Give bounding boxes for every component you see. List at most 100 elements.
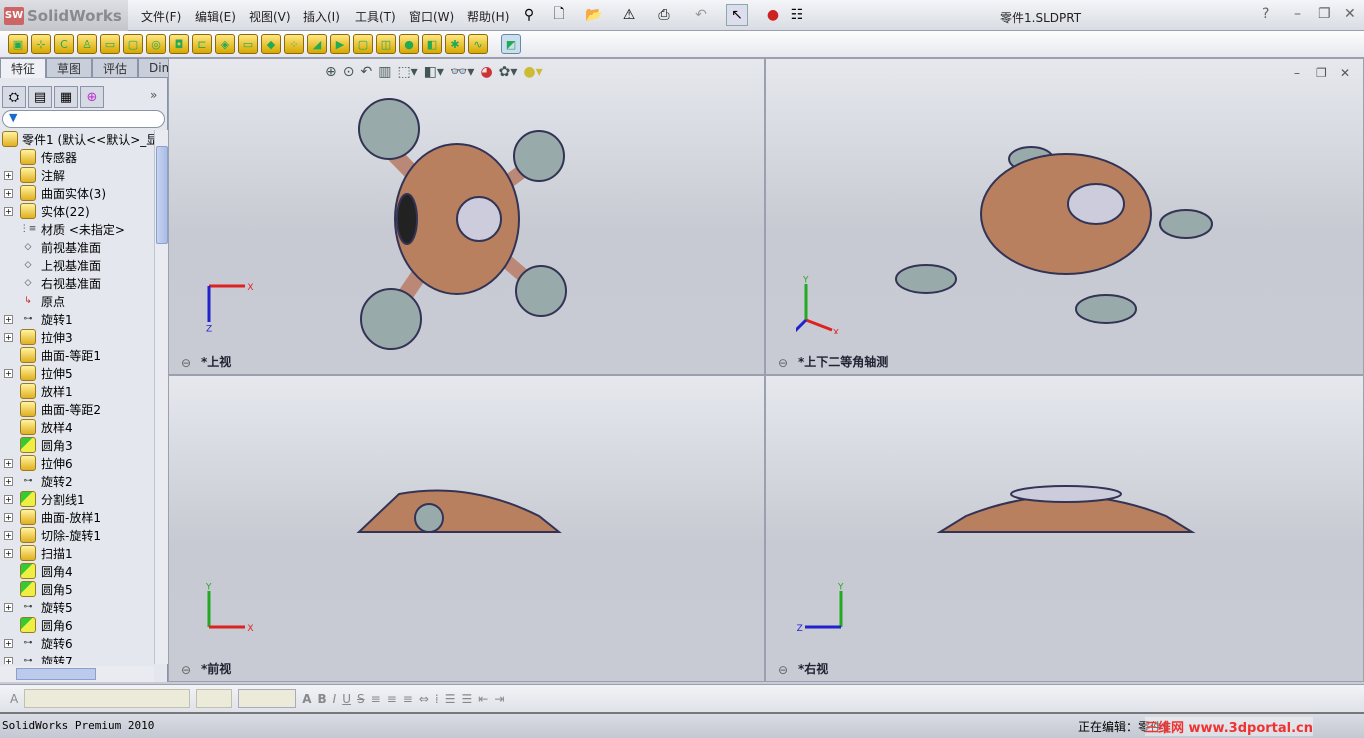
filter-input[interactable]: ▼	[2, 110, 165, 128]
menu-item[interactable]: 文件(F)	[141, 8, 181, 25]
close-button[interactable]: ✕	[1344, 6, 1356, 22]
tab-0[interactable]: 特征	[0, 58, 47, 78]
lofted-cut-icon[interactable]: ◈	[215, 34, 235, 54]
menu-item[interactable]: 工具(T)	[355, 8, 396, 25]
underline-icon[interactable]: U	[342, 692, 351, 706]
text-style-icon[interactable]: A	[10, 692, 18, 706]
tree-item[interactable]: ◇ 上视基准面	[0, 256, 154, 274]
extruded-cut-icon[interactable]: ▢	[123, 34, 143, 54]
viewport[interactable]: ⊖ *上视 X Z	[168, 58, 765, 375]
revolved-cut-icon[interactable]: ◘	[169, 34, 189, 54]
tree-vertical-scrollbar[interactable]	[154, 130, 168, 664]
tree-item[interactable]: 曲面-等距2	[0, 400, 154, 418]
expand-icon[interactable]: +	[4, 206, 13, 216]
feature-manager-tab-icon[interactable]: ⛭	[2, 86, 26, 108]
decrease-indent-icon[interactable]: ⇤	[478, 692, 488, 706]
realview-icon[interactable]: ●▾	[523, 64, 542, 80]
tree-item[interactable]: 曲面-等距1	[0, 346, 154, 364]
previous-view-icon[interactable]: ↶	[360, 64, 372, 80]
dome-icon[interactable]: ●	[399, 34, 419, 54]
expand-icon[interactable]: +	[4, 548, 13, 558]
appearance-icon[interactable]: ◕	[480, 64, 492, 80]
freeform-icon[interactable]: ◧	[422, 34, 442, 54]
italic-icon[interactable]: I	[333, 692, 337, 706]
tree-item[interactable]: + ⊶ 旋转7	[0, 652, 154, 664]
configuration-manager-tab-icon[interactable]: ▦	[54, 86, 78, 108]
menu-item[interactable]: 帮助(H)	[467, 8, 509, 25]
lofted-boss-icon[interactable]: ♙	[77, 34, 97, 54]
tree-item[interactable]: 圆角4	[0, 562, 154, 580]
tab-1[interactable]: 草图	[46, 58, 93, 78]
expand-icon[interactable]: +	[4, 602, 13, 612]
tree-item[interactable]: + 分割线1	[0, 490, 154, 508]
view-orientation-icon[interactable]: ⬚▾	[397, 64, 417, 80]
linear-pattern-icon[interactable]: ⁘	[284, 34, 304, 54]
expand-icon[interactable]: +	[4, 530, 13, 540]
increase-indent-icon[interactable]: ⇥	[494, 692, 504, 706]
swept-cut-icon[interactable]: ⊏	[192, 34, 212, 54]
tree-item[interactable]: 圆角6	[0, 616, 154, 634]
tree-item[interactable]: 放样4	[0, 418, 154, 436]
curves-icon[interactable]: ∿	[468, 34, 488, 54]
align-right-icon[interactable]: ≡	[403, 692, 413, 706]
tree-item[interactable]: ↳ 原点	[0, 292, 154, 310]
tree-item[interactable]: + 拉伸5	[0, 364, 154, 382]
zoom-to-fit-icon[interactable]: ⊕	[325, 64, 337, 80]
link-views-icon[interactable]: ⊖	[778, 663, 788, 677]
tree-item[interactable]: 圆角3	[0, 436, 154, 454]
tree-item[interactable]: 传感器	[0, 148, 154, 166]
rib-icon[interactable]: ◢	[307, 34, 327, 54]
strikethrough-icon[interactable]: S	[357, 692, 365, 706]
tree-item[interactable]: + 拉伸3	[0, 328, 154, 346]
draft-icon[interactable]: ▶	[330, 34, 350, 54]
stack-icon[interactable]: ⁞	[435, 692, 439, 706]
options-icon[interactable]: ☷	[786, 4, 808, 26]
bold-icon[interactable]: B	[318, 692, 327, 706]
expand-icon[interactable]: +	[4, 476, 13, 486]
viewport[interactable]: ⊖*上下二等角轴测YXZ	[765, 58, 1364, 375]
new-document-icon[interactable]: 🗋	[548, 4, 570, 26]
expand-icon[interactable]: +	[4, 188, 13, 198]
h-scroll-thumb[interactable]	[16, 668, 96, 680]
undo-icon[interactable]: ↶	[690, 4, 712, 26]
extruded-boss-icon[interactable]: ▣	[8, 34, 28, 54]
instant3d-icon[interactable]: ◩	[501, 34, 521, 54]
menu-item[interactable]: 插入(I)	[303, 8, 340, 25]
tree-item[interactable]: 零件1 (默认<<默认>_显	[0, 130, 154, 148]
expand-icon[interactable]: +	[4, 638, 13, 648]
section-view-icon[interactable]: ▥	[378, 64, 391, 80]
hole-wizard-icon[interactable]: ◎	[146, 34, 166, 54]
tree-item[interactable]: ⋮≡ 材质 <未指定>	[0, 220, 154, 238]
shell-icon[interactable]: ▢	[353, 34, 373, 54]
tree-item[interactable]: 圆角5	[0, 580, 154, 598]
bullets-icon[interactable]: ☰	[445, 692, 456, 706]
scene-icon[interactable]: ✿▾	[499, 64, 518, 80]
numbering-icon[interactable]: ☰	[461, 692, 472, 706]
minimize-button[interactable]: –	[1294, 6, 1301, 22]
hide-show-icon[interactable]: 👓▾	[450, 64, 474, 80]
tree-item[interactable]: + ⊶ 旋转1	[0, 310, 154, 328]
wrap-icon[interactable]: ◫	[376, 34, 396, 54]
viewport-restore-button[interactable]: ❐	[1316, 66, 1327, 80]
tree-horizontal-scrollbar[interactable]	[0, 666, 154, 682]
revolved-boss-icon[interactable]: ⊹	[31, 34, 51, 54]
solidworks-logo[interactable]: SW SolidWorks	[0, 0, 128, 31]
expand-icon[interactable]: +	[4, 368, 13, 378]
tree-item[interactable]: + 曲面实体(3)	[0, 184, 154, 202]
dimxpert-manager-tab-icon[interactable]: ⊕	[80, 86, 104, 108]
menu-item[interactable]: 编辑(E)	[195, 8, 236, 25]
tree-item[interactable]: + 切除-旋转1	[0, 526, 154, 544]
reference-geometry-icon[interactable]: ✱	[445, 34, 465, 54]
link-views-icon[interactable]: ⊖	[181, 663, 191, 677]
expand-icon[interactable]: +	[4, 458, 13, 468]
swept-boss-icon[interactable]: C	[54, 34, 74, 54]
select-icon[interactable]: ↖	[726, 4, 748, 26]
tree-item[interactable]: + 拉伸6	[0, 454, 154, 472]
display-style-icon[interactable]: ◧▾	[424, 64, 444, 80]
boundary-cut-icon[interactable]: ▭	[238, 34, 258, 54]
tree-item[interactable]: + ⊶ 旋转6	[0, 634, 154, 652]
align-center-icon[interactable]: ≡	[387, 692, 397, 706]
viewport[interactable]: ⊖ *前视 Y X	[168, 375, 765, 682]
fillet-icon[interactable]: ◆	[261, 34, 281, 54]
expand-icon[interactable]: +	[4, 656, 13, 664]
